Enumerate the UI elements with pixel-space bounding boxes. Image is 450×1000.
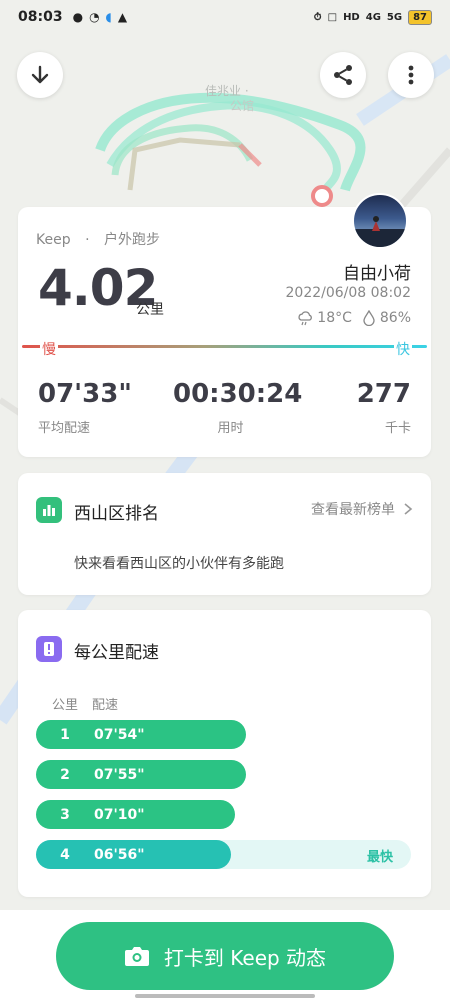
distance-unit: 公里 — [136, 302, 164, 318]
pace-km: 1 — [60, 726, 70, 743]
pace-km: 2 — [60, 766, 70, 783]
duration-stat: 00:30:24 用时 — [173, 379, 303, 436]
loading-icon: ◖ — [105, 10, 112, 24]
pace-bar: 3 07'10" — [36, 800, 235, 829]
column-pace: 配速 — [92, 698, 119, 713]
pace-bar: 1 07'54" — [36, 720, 246, 749]
clock-icon: ◔ — [89, 10, 100, 24]
avg-pace-label: 平均配速 — [38, 421, 91, 436]
warning-icon: ▲ — [117, 10, 128, 24]
fastest-tag: 最快 — [366, 850, 393, 865]
network-5g-label: 5G — [386, 11, 403, 23]
map-place-label-2: 公馆 — [230, 98, 254, 113]
column-km: 公里 — [52, 698, 79, 713]
district-rank-card[interactable]: 西山区排名 查看最新榜单 快来看看西山区的小伙伴有多能跑 — [18, 473, 431, 595]
status-left-icons: ● ◔ ◖ ▲ — [73, 10, 128, 24]
avatar-image — [354, 216, 406, 247]
pace-icon — [36, 636, 62, 662]
status-right-icons: ⏱ □ HD 4G 5G 87 — [313, 9, 432, 25]
map-place-label: 佳兆业 · — [205, 84, 249, 98]
pace-bar: 2 07'55" — [36, 760, 246, 789]
pace-bar: 4 06'56" — [36, 840, 231, 869]
alarm-icon: ⏱ — [313, 11, 322, 23]
more-button[interactable] — [388, 52, 434, 98]
avg-pace-stat: 07'33" 平均配速 — [38, 379, 132, 436]
summary-card: Keep · 户外跑步 4.02 公里 自由小荷 2022/06/08 08:0… — [18, 193, 431, 457]
avg-pace-value: 07'33" — [38, 379, 132, 409]
view-leaderboard-link[interactable]: 查看最新榜单 — [311, 499, 413, 519]
share-button[interactable] — [320, 52, 366, 98]
camera-icon — [124, 947, 149, 966]
checkin-button[interactable]: 打卡到 Keep 动态 — [56, 922, 394, 990]
status-bar: 08:03 ● ◔ ◖ ▲ ⏱ □ HD 4G 5G 87 — [0, 0, 450, 34]
pace-value: 07'55" — [94, 766, 145, 783]
avatar[interactable] — [352, 193, 408, 249]
view-leaderboard-label: 查看最新榜单 — [311, 502, 395, 518]
duration-label: 用时 — [217, 421, 244, 436]
download-button[interactable] — [17, 52, 63, 98]
arrow-down-icon — [31, 65, 49, 84]
activity-type-label: 户外跑步 — [103, 232, 160, 248]
duration-value: 00:30:24 — [173, 379, 303, 409]
fast-label: 快 — [394, 339, 412, 359]
status-time: 08:03 — [18, 9, 63, 25]
network-hd-label: HD — [343, 11, 360, 23]
pace-km: 4 — [60, 846, 70, 863]
pace-km: 3 — [60, 806, 70, 823]
bar-chart-icon — [36, 497, 62, 523]
pace-per-km-card: 每公里配速 公里 配速 1 07'54" 2 07'55" 3 07'10" 最快 4 06'5… — [18, 610, 431, 897]
cloud-rain-icon — [298, 311, 313, 326]
weather-info: 18°C 86% — [297, 310, 411, 326]
calories-label: 千卡 — [384, 421, 411, 436]
vibrate-icon: □ — [327, 11, 338, 23]
speed-gradient-bar — [22, 345, 427, 348]
temperature-value: 18°C — [317, 310, 352, 326]
activity-source: Keep · 户外跑步 — [36, 232, 160, 248]
battery-indicator: 87 — [408, 9, 432, 25]
share-icon — [334, 65, 352, 85]
humidity-icon — [363, 310, 375, 326]
humidity-value: 86% — [379, 310, 411, 326]
username: 自由小荷 — [343, 264, 411, 284]
pace-title: 每公里配速 — [74, 643, 159, 663]
slow-label: 慢 — [40, 339, 58, 359]
calories-value: 277 — [356, 379, 411, 409]
pace-value: 07'54" — [94, 726, 145, 743]
network-4g-label: 4G — [365, 11, 381, 23]
more-vertical-icon — [408, 65, 414, 85]
calories-stat: 277 千卡 — [357, 379, 411, 436]
home-indicator[interactable] — [135, 994, 315, 998]
pace-table-header: 公里 配速 — [52, 694, 118, 713]
activity-datetime: 2022/06/08 08:02 — [285, 285, 412, 301]
pace-value: 07'10" — [94, 806, 145, 823]
pace-value: 06'56" — [94, 846, 145, 863]
source-label: Keep — [36, 232, 71, 248]
wechat-icon: ● — [72, 10, 84, 24]
chevron-right-icon — [404, 503, 413, 515]
rank-description: 快来看看西山区的小伙伴有多能跑 — [74, 556, 284, 572]
checkin-label: 打卡到 Keep 动态 — [163, 945, 327, 970]
rank-title: 西山区排名 — [74, 504, 159, 524]
